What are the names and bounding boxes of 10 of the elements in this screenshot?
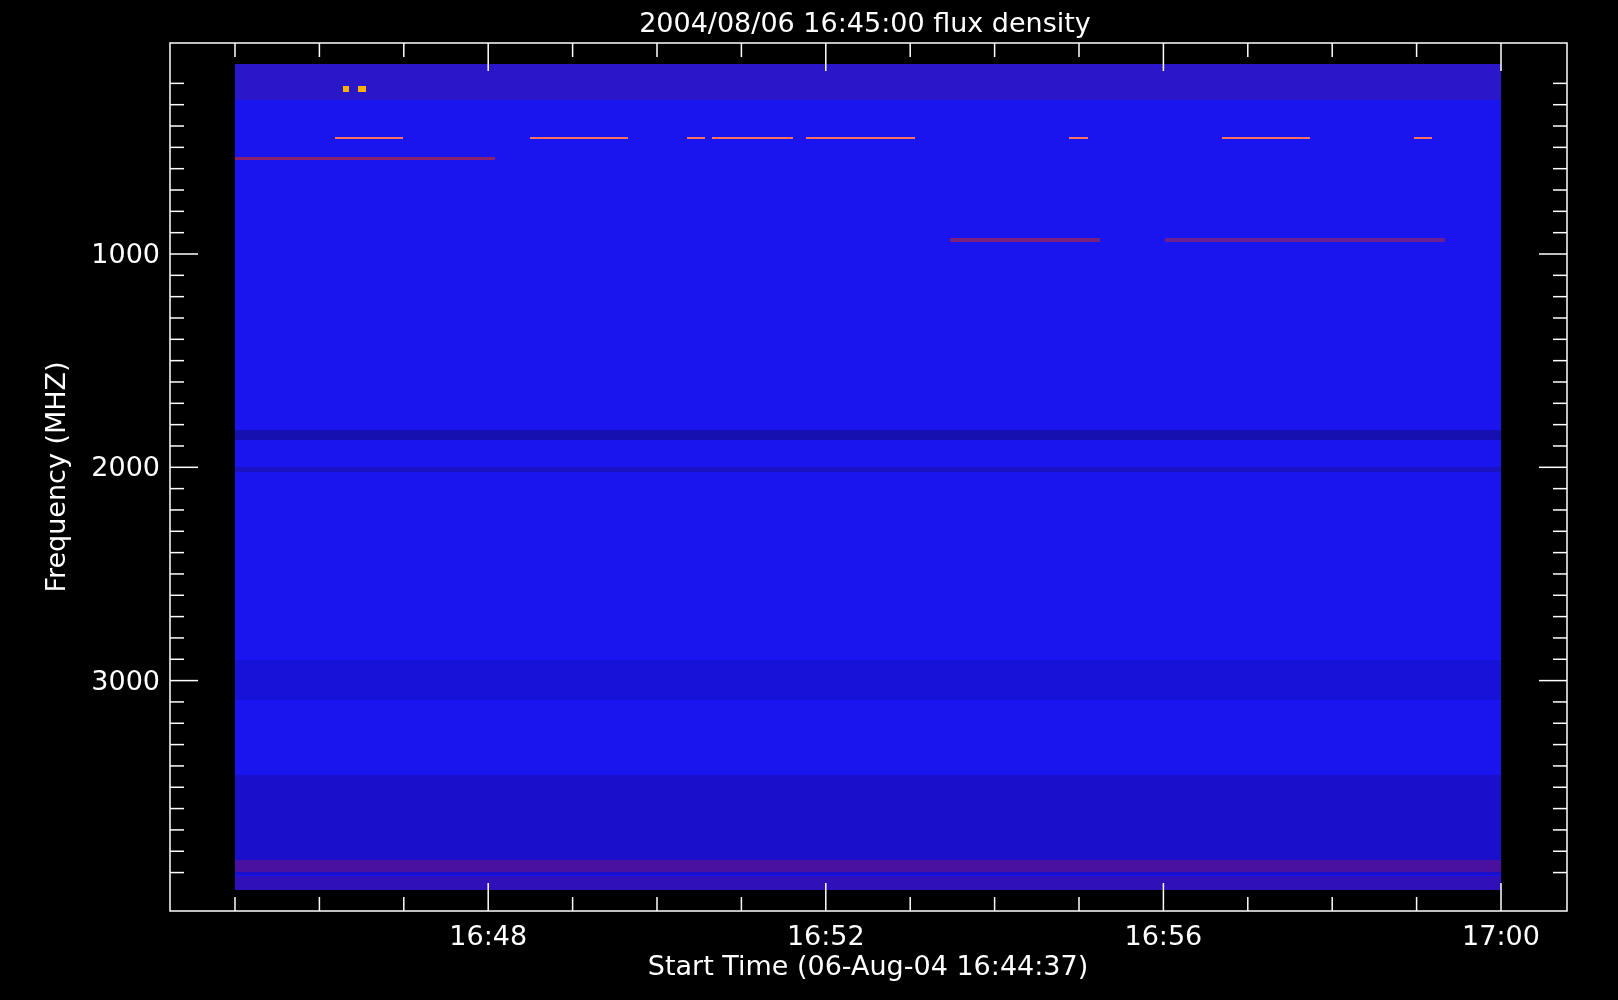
- x-tick-label: 17:00: [1462, 920, 1540, 951]
- y-tick-label: 1000: [91, 238, 160, 269]
- y-axis-label: Frequency (MHZ): [40, 361, 71, 593]
- y-tick-label: 2000: [91, 451, 160, 483]
- x-tick-label: 16:52: [786, 920, 865, 951]
- x-axis-label: Start Time (06-Aug-04 16:44:37): [647, 950, 1089, 981]
- x-tick-label: 16:48: [449, 920, 528, 951]
- x-tick-label: 16:56: [1124, 920, 1203, 951]
- y-tick-label: 3000: [91, 664, 160, 696]
- chart-title: 2004/08/06 16:45:00 flux density: [639, 7, 1091, 38]
